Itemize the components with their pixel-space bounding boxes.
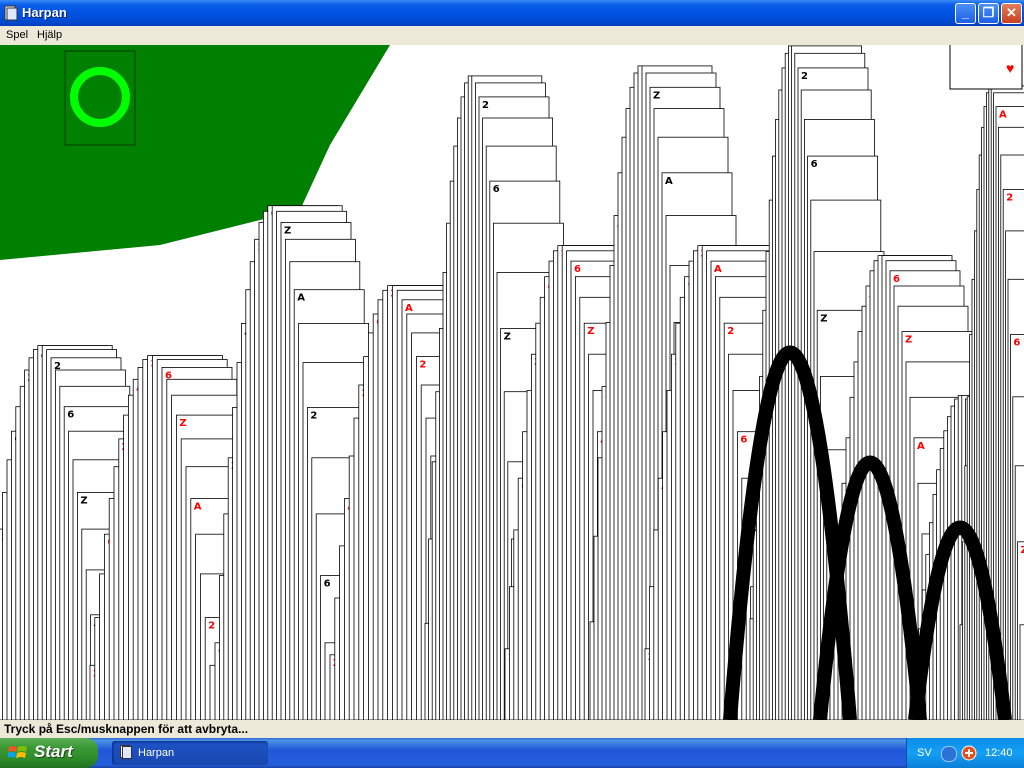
- card-rank-glyph: 6: [67, 410, 74, 421]
- card-rank-glyph: 6: [493, 184, 500, 195]
- card-rank-glyph: Z: [504, 332, 511, 343]
- card-rank-glyph: Z: [653, 90, 660, 101]
- card-rank-glyph: 2: [482, 100, 489, 111]
- card-rank-glyph: 6: [811, 159, 818, 170]
- card-rank-glyph: Z: [179, 418, 186, 429]
- card-rank-glyph: 6: [1013, 338, 1020, 349]
- card-rank-glyph: Z: [80, 495, 87, 506]
- menu-hjalp[interactable]: Hjälp: [37, 29, 62, 41]
- card-rank-glyph: Z: [284, 226, 291, 237]
- start-label: Start: [34, 742, 73, 761]
- system-tray: SV 12:40: [906, 738, 1024, 768]
- card-rank-glyph: 2: [801, 71, 808, 82]
- card-rank-glyph: 2: [310, 410, 317, 421]
- heart-suit-icon: ♥: [1006, 60, 1014, 76]
- show-hidden-icons-button[interactable]: [941, 746, 957, 762]
- card-rank-glyph: 6: [574, 264, 581, 275]
- title-bar[interactable]: Harpan _ ❐ ✕: [0, 0, 1024, 26]
- card-rank-glyph: A: [917, 441, 925, 452]
- clock[interactable]: 12:40: [985, 747, 1013, 759]
- card-rank-glyph: Z: [905, 335, 912, 346]
- close-button[interactable]: ✕: [1001, 3, 1022, 24]
- taskbar-item-label: Harpan: [138, 747, 175, 759]
- card-rank-glyph: 6: [324, 579, 331, 590]
- redeal-ring-icon[interactable]: [70, 67, 130, 127]
- start-button[interactable]: Start: [0, 738, 98, 768]
- maximize-button[interactable]: ❐: [978, 3, 999, 24]
- taskbar: Start Harpan SV 12:40: [0, 738, 1024, 768]
- card-cascade: A26ZA26ZA26ZA26ZA26ZA26ZA26ZA26ZA26ZA26Z…: [0, 45, 1024, 720]
- menu-bar: Spel Hjälp: [0, 26, 1024, 45]
- card-rank-glyph: A: [665, 176, 673, 187]
- card-rank-glyph: Z: [1021, 545, 1024, 556]
- app-icon: [4, 5, 18, 21]
- card-edge: [1019, 624, 1024, 720]
- card-rank-glyph: 2: [1006, 193, 1013, 204]
- card-rank-glyph: A: [405, 303, 413, 314]
- card-rank-glyph: 2: [208, 621, 215, 632]
- language-indicator[interactable]: SV: [917, 747, 932, 759]
- card-rank-glyph: 2: [727, 326, 734, 337]
- status-bar: Tryck på Esc/musknappen för att avbryta.…: [0, 720, 1024, 738]
- app-icon: [120, 745, 132, 759]
- card-rank-glyph: 6: [893, 274, 900, 285]
- game-area[interactable]: A26ZA26ZA26ZA26ZA26ZA26ZA26ZA26ZA26ZA26Z…: [0, 45, 1024, 720]
- card-rank-glyph: Z: [820, 313, 827, 324]
- card-rank-glyph: A: [297, 293, 305, 304]
- security-alert-icon[interactable]: [961, 745, 977, 761]
- card-rank-glyph: Z: [587, 326, 594, 337]
- windows-logo-icon: [8, 746, 27, 758]
- status-text: Tryck på Esc/musknappen för att avbryta.…: [4, 722, 249, 736]
- harpan-window: Harpan _ ❐ ✕ Spel Hjälp A 2 6 Z A 2 6 Z A 2 6 Z A 2 6 Z…: [0, 0, 1024, 738]
- card-rank-glyph: A: [714, 264, 722, 275]
- window-title: Harpan: [22, 5, 67, 20]
- minimize-button[interactable]: _: [955, 3, 976, 24]
- card-rank-glyph: 2: [419, 360, 426, 371]
- taskbar-item-harpan[interactable]: Harpan: [112, 741, 268, 765]
- card-rank-glyph: 6: [740, 435, 747, 446]
- card-rank-glyph: A: [194, 502, 202, 513]
- card-rank-glyph: A: [999, 110, 1007, 121]
- menu-spel[interactable]: Spel: [6, 29, 28, 41]
